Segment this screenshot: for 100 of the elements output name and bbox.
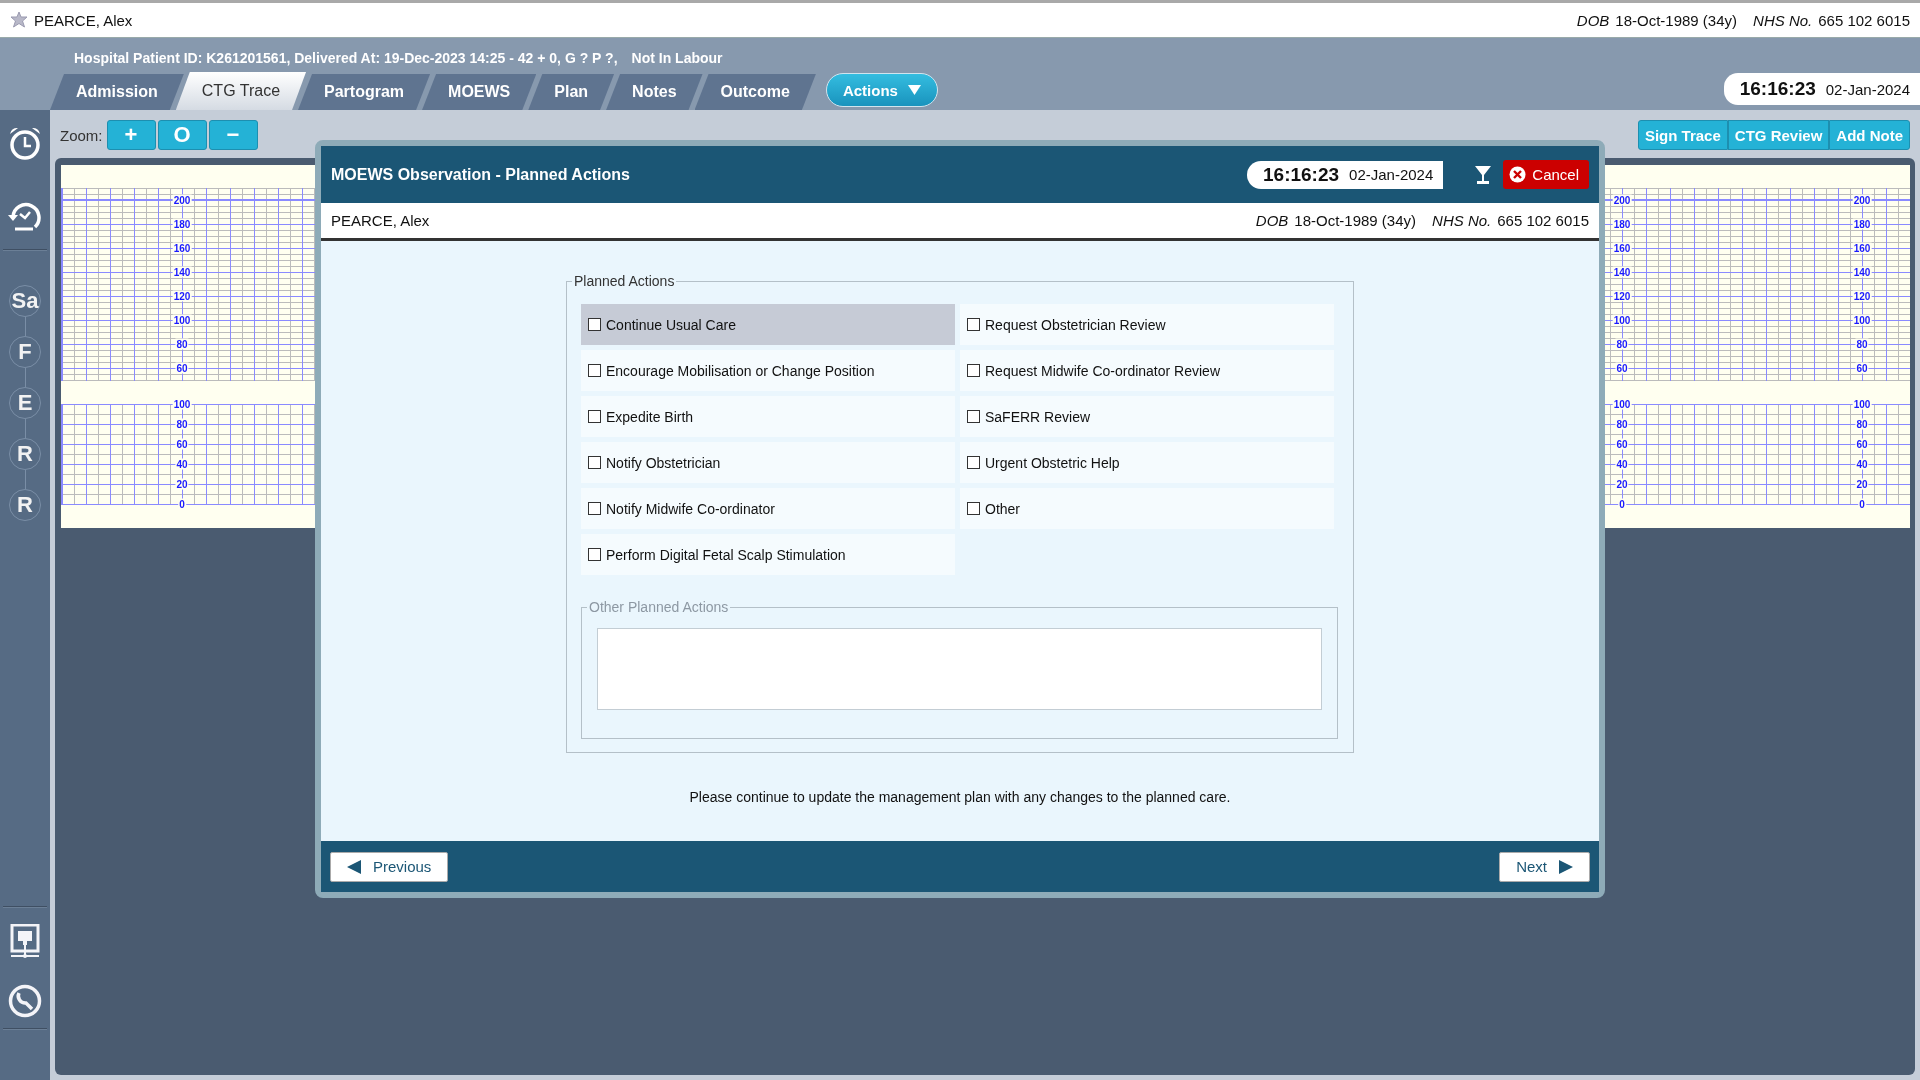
scale-label: 60 xyxy=(175,362,189,374)
network-monitor-icon[interactable] xyxy=(10,924,40,960)
scale-label: 40 xyxy=(1855,458,1869,470)
caret-down-icon xyxy=(907,85,921,95)
scale-label: 120 xyxy=(1852,290,1872,302)
zoom-label: Zoom: xyxy=(60,127,103,144)
scale-label: 100 xyxy=(172,398,192,410)
patient-name: PEARCE, Alex xyxy=(331,212,430,229)
scale-label: 100 xyxy=(172,314,192,326)
nhs-number: 665 102 6015 xyxy=(1497,212,1589,229)
tab[interactable]: Outcome xyxy=(694,74,816,110)
checkbox[interactable] xyxy=(588,364,601,377)
toolbar-button[interactable]: CTG Review xyxy=(1727,120,1830,150)
scale-label: 200 xyxy=(172,194,192,206)
scale-label: 160 xyxy=(1612,242,1632,254)
clock: 16:16:23 02-Jan-2024 xyxy=(1247,160,1444,189)
action-option[interactable]: Notify Midwife Co-ordinator xyxy=(581,488,955,529)
connector-line xyxy=(24,368,26,387)
scale-label: 160 xyxy=(1852,242,1872,254)
scale-label: 60 xyxy=(175,438,189,450)
dialog-title: MOEWS Observation - Planned Actions xyxy=(331,165,631,184)
group-legend: Other Planned Actions xyxy=(587,599,731,615)
checkbox[interactable] xyxy=(588,548,601,561)
checkbox[interactable] xyxy=(967,410,980,423)
zoom-button[interactable]: − xyxy=(208,120,258,150)
dob-value: 18-Oct-1989 (34y) xyxy=(1294,212,1417,229)
labour-status: Not In Labour xyxy=(631,50,723,66)
tab[interactable]: Notes xyxy=(606,74,703,110)
dob-label: DOB xyxy=(1576,11,1610,29)
scale-label: 0 xyxy=(1858,498,1866,510)
checkbox[interactable] xyxy=(967,364,980,377)
scale-label: 140 xyxy=(1612,266,1632,278)
action-option[interactable]: Other xyxy=(960,488,1334,529)
action-option[interactable]: Request Obstetrician Review xyxy=(960,304,1334,345)
dob-label: DOB xyxy=(1255,212,1289,229)
scale-label: 80 xyxy=(175,418,189,430)
group-legend: Planned Actions xyxy=(572,273,677,289)
tab[interactable]: Admission xyxy=(50,74,184,110)
scale-label: 140 xyxy=(1852,266,1872,278)
scale-label: 100 xyxy=(1852,314,1872,326)
nhs-label: NHS No. xyxy=(1432,212,1492,229)
history-clock-icon[interactable] xyxy=(7,201,43,233)
action-option[interactable]: Expedite Birth xyxy=(581,396,955,437)
scale-label: 180 xyxy=(1852,218,1872,230)
actions-button[interactable]: Actions xyxy=(825,73,938,107)
tab[interactable]: Partogram xyxy=(298,74,431,110)
zoom-button[interactable]: O xyxy=(157,120,207,150)
funnel-icon[interactable] xyxy=(1475,165,1492,184)
scale-label: 200 xyxy=(1612,194,1632,206)
tab[interactable]: Plan xyxy=(528,74,615,110)
scale-label: 140 xyxy=(172,266,192,278)
toolbar-button[interactable]: Sign Trace xyxy=(1637,120,1728,150)
scale-label: 20 xyxy=(1855,478,1869,490)
action-option[interactable]: Encourage Mobilisation or Change Position xyxy=(581,350,955,391)
cancel-button[interactable]: Cancel xyxy=(1503,160,1589,189)
checkbox[interactable] xyxy=(588,318,601,331)
scale-label: 0 xyxy=(1618,498,1626,510)
right-triangle-icon xyxy=(1559,859,1573,874)
scale-label: 60 xyxy=(1615,362,1629,374)
checkbox[interactable] xyxy=(967,502,980,515)
scale-label: 0 xyxy=(178,498,186,510)
scale-label: 120 xyxy=(172,290,192,302)
previous-button[interactable]: Previous xyxy=(330,851,449,882)
patient-info: Hospital Patient ID: K261201561, Delivered At: 19-Dec-2023 14:25 - 42 + 0, G ? P ?, xyxy=(74,50,618,66)
scale-label: 80 xyxy=(175,338,189,350)
nhs-label: NHS No. xyxy=(1753,11,1813,29)
action-option[interactable]: Request Midwife Co-ordinator Review xyxy=(960,350,1334,391)
action-option[interactable]: SaFERR Review xyxy=(960,396,1334,437)
action-option[interactable]: Urgent Obstetric Help xyxy=(960,442,1334,483)
dob-value: 18-Oct-1989 (34y) xyxy=(1615,11,1738,29)
tab[interactable]: CTG Trace xyxy=(175,72,307,110)
scale-label: 100 xyxy=(1852,398,1872,410)
checkbox[interactable] xyxy=(588,410,601,423)
wrench-icon[interactable] xyxy=(8,984,42,1018)
action-option[interactable]: Perform Digital Fetal Scalp Stimulation xyxy=(581,534,955,575)
alarm-clock-icon[interactable] xyxy=(7,125,43,161)
info-message: Please continue to update the management plan with any changes to the planned care. xyxy=(689,789,1231,805)
scale-label: 120 xyxy=(1612,290,1632,302)
action-option[interactable]: Continue Usual Care xyxy=(581,304,955,345)
checkbox[interactable] xyxy=(967,456,980,469)
action-option[interactable]: Notify Obstetrician xyxy=(581,442,955,483)
connector-line xyxy=(24,419,26,438)
scale-label: 40 xyxy=(1615,458,1629,470)
checkbox[interactable] xyxy=(588,502,601,515)
patient-name: PEARCE, Alex xyxy=(34,11,133,29)
zoom-button[interactable]: + xyxy=(106,120,156,150)
tab[interactable]: MOEWS xyxy=(422,74,537,110)
scale-label: 20 xyxy=(1615,478,1629,490)
scale-label: 160 xyxy=(172,242,192,254)
scale-label: 180 xyxy=(1612,218,1632,230)
scale-label: 80 xyxy=(1615,338,1629,350)
scale-label: 20 xyxy=(175,478,189,490)
close-icon xyxy=(1509,166,1527,183)
checkbox[interactable] xyxy=(967,318,980,331)
toolbar-button[interactable]: Add Note xyxy=(1829,120,1910,150)
next-button[interactable]: Next xyxy=(1499,851,1590,882)
scale-label: 60 xyxy=(1615,438,1629,450)
clock: 16:16:23 02-Jan-2024 xyxy=(1723,73,1920,105)
scale-label: 100 xyxy=(1612,398,1632,410)
checkbox[interactable] xyxy=(588,456,601,469)
